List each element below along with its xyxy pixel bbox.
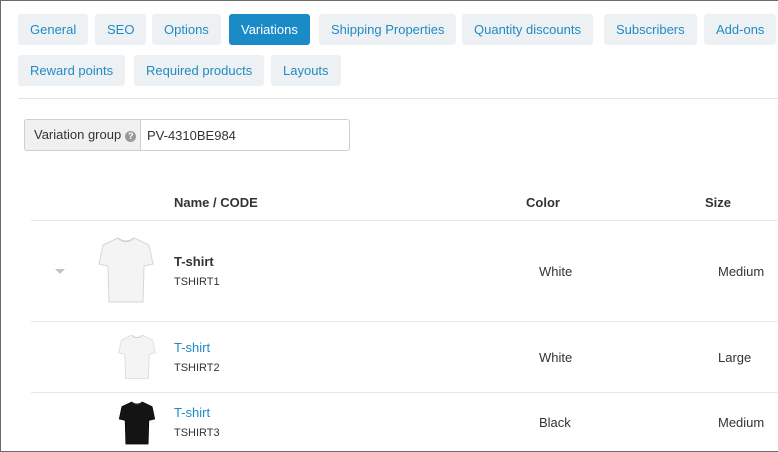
tab-layouts[interactable]: Layouts xyxy=(271,55,341,86)
product-code: TSHIRT2 xyxy=(174,362,220,374)
header-divider xyxy=(31,220,778,221)
product-color: White xyxy=(539,350,573,365)
tab-reward-points[interactable]: Reward points xyxy=(18,55,126,86)
column-header-color: Color xyxy=(526,195,560,210)
tab-subscribers[interactable]: Subscribers xyxy=(604,14,697,45)
tab-add-ons[interactable]: Add-ons xyxy=(704,14,777,45)
product-size: Medium xyxy=(718,264,765,279)
tab-seo[interactable]: SEO xyxy=(95,14,147,45)
tab-required-products[interactable]: Required products xyxy=(134,55,265,86)
tab-options[interactable]: Options xyxy=(152,14,221,45)
product-code: TSHIRT3 xyxy=(174,427,220,439)
tabs-divider xyxy=(18,98,778,99)
variation-group-input[interactable] xyxy=(140,119,350,151)
variation-group-label-text: Variation group xyxy=(34,127,122,142)
help-icon[interactable]: ? xyxy=(125,131,137,142)
variation-group-label: Variation group? xyxy=(24,119,140,151)
column-header-name: Name / CODE xyxy=(174,195,258,210)
tshirt-black-thumbnail[interactable] xyxy=(118,400,156,446)
row-divider xyxy=(31,392,778,393)
product-name-link[interactable]: T-shirt xyxy=(174,405,210,420)
product-color: Black xyxy=(539,415,571,430)
variation-group-field: Variation group? xyxy=(24,119,350,151)
product-editor-panel: General SEO Options Variations Shipping … xyxy=(0,0,778,452)
tab-shipping-properties[interactable]: Shipping Properties xyxy=(319,14,457,45)
tab-variations[interactable]: Variations xyxy=(229,14,310,45)
collapse-caret-icon[interactable] xyxy=(55,269,65,274)
product-size: Medium xyxy=(718,415,765,430)
column-header-size: Size xyxy=(705,195,732,210)
tshirt-white-thumbnail[interactable] xyxy=(98,235,154,305)
product-code: TSHIRT1 xyxy=(174,276,220,288)
product-name-link[interactable]: T-shirt xyxy=(174,340,210,355)
row-divider xyxy=(31,321,778,322)
tab-general[interactable]: General xyxy=(18,14,89,45)
product-name: T-shirt xyxy=(174,254,214,269)
product-size: Large xyxy=(718,350,752,365)
tshirt-white-thumbnail[interactable] xyxy=(118,333,156,381)
tab-quantity-discounts[interactable]: Quantity discounts xyxy=(462,14,593,45)
product-color: White xyxy=(539,264,573,279)
